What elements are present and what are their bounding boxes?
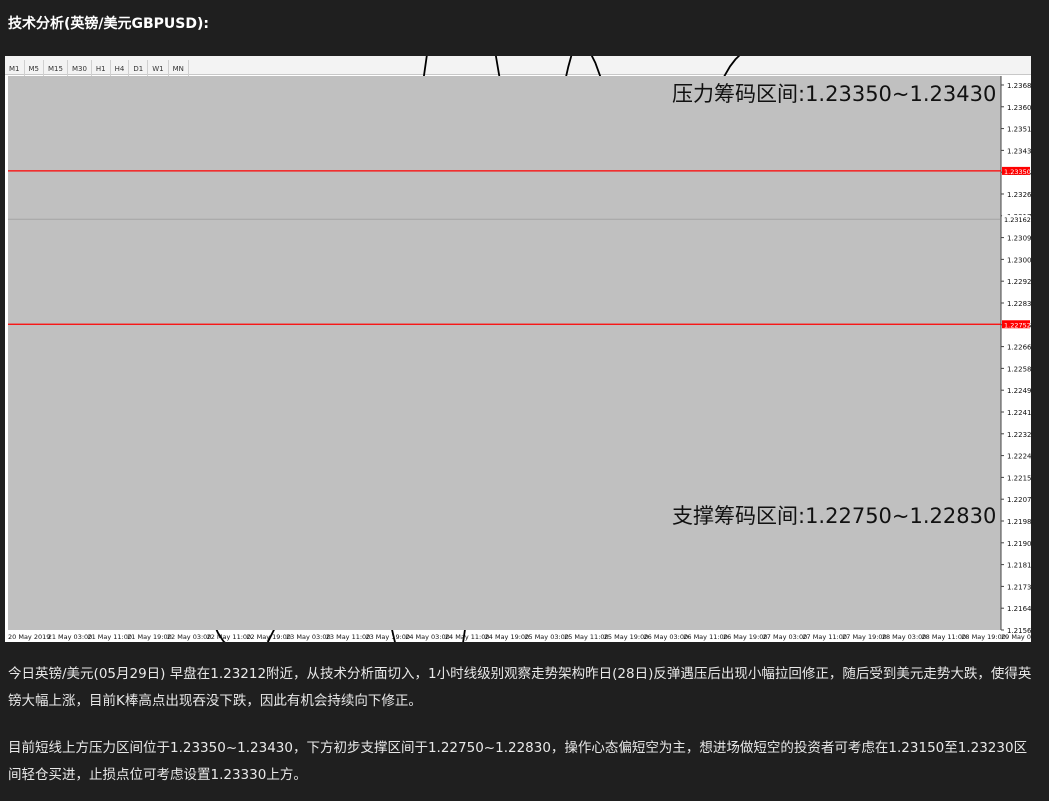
y-tick-label: 1.23005 (1007, 256, 1031, 264)
x-tick-label: 24 May 19:00 (485, 633, 530, 641)
y-tick-label: 1.21985 (1007, 518, 1031, 526)
x-tick-label: 21 May 19:00 (127, 633, 172, 641)
x-tick-label: 27 May 11:00 (802, 633, 847, 641)
x-tick-label: 20 May 2019 (8, 633, 50, 641)
x-tick-label: 23 May 03:00 (286, 633, 331, 641)
y-tick-label: 1.22920 (1007, 278, 1031, 286)
y-tick-label: 1.22070 (1007, 496, 1031, 504)
price-chart: 1.236851.236001.235151.234301.233451.232… (8, 56, 1031, 642)
resistance-annotation: 压力筹码区间:1.23350~1.23430 (672, 82, 996, 106)
y-tick-label: 1.23430 (1007, 147, 1031, 155)
y-tick-label: 1.21900 (1007, 540, 1031, 548)
y-tick-label: 1.22410 (1007, 409, 1031, 417)
x-tick-label: 23 May 11:00 (326, 633, 371, 641)
y-tick-label: 1.23090 (1007, 235, 1031, 243)
x-tick-label: 26 May 19:00 (723, 633, 768, 641)
x-tick-label: 21 May 11:00 (87, 633, 132, 641)
chart-panel: M1M5M15M30H1H4D1W1MN 1.236851.236001.235… (5, 56, 1031, 642)
y-tick-label: 1.23600 (1007, 104, 1031, 112)
level-tag-label: 1.22752 (1004, 321, 1031, 329)
x-tick-label: 25 May 11:00 (564, 633, 609, 641)
analysis-heading: 技术分析(英镑/美元GBPUSD): (8, 16, 210, 32)
price-tag-label: 1.23162 (1004, 216, 1031, 224)
y-tick-label: 1.21730 (1007, 583, 1031, 591)
x-tick-label: 28 May 11:00 (922, 633, 967, 641)
strategy-paragraph: 目前短线上方压力区间位于1.23350~1.23430，下方初步支撑区间于1.2… (8, 740, 1028, 783)
x-tick-label: 22 May 19:00 (246, 633, 291, 641)
x-tick-label: 24 May 11:00 (445, 633, 490, 641)
x-tick-label: 22 May 11:00 (207, 633, 252, 641)
analysis-paragraph: 今日英镑/美元(05月29日) 早盘在1.23212附近，从技术分析面切入，1小… (8, 666, 1032, 709)
support-annotation: 支撑筹码区间:1.22750~1.22830 (672, 504, 996, 528)
y-tick-label: 1.22240 (1007, 453, 1031, 461)
x-tick-label: 27 May 19:00 (842, 633, 887, 641)
y-tick-label: 1.23260 (1007, 191, 1031, 199)
y-tick-label: 1.22325 (1007, 431, 1031, 439)
y-tick-label: 1.21645 (1007, 605, 1031, 613)
x-tick-label: 25 May 19:00 (604, 633, 649, 641)
x-tick-label: 22 May 03:00 (167, 633, 212, 641)
y-tick-label: 1.22580 (1007, 365, 1031, 373)
x-tick-label: 26 May 11:00 (683, 633, 728, 641)
y-tick-label: 1.22495 (1007, 387, 1031, 395)
y-tick-label: 1.22665 (1007, 344, 1031, 352)
plot-area (8, 76, 1001, 630)
x-tick-label: 28 May 03:00 (882, 633, 927, 641)
y-tick-label: 1.23685 (1007, 82, 1031, 90)
y-tick-label: 1.23515 (1007, 126, 1031, 134)
y-tick-label: 1.22155 (1007, 474, 1031, 482)
level-tag-label: 1.23350 (1004, 168, 1031, 176)
x-tick-label: 26 May 03:00 (644, 633, 689, 641)
y-tick-label: 1.22835 (1007, 300, 1031, 308)
x-tick-label: 23 May 19:00 (365, 633, 410, 641)
x-tick-label: 24 May 03:00 (405, 633, 450, 641)
x-tick-label: 27 May 03:00 (763, 633, 808, 641)
x-tick-label: 29 May 03:00 (1001, 633, 1031, 641)
x-tick-label: 21 May 03:00 (48, 633, 93, 641)
x-tick-label: 25 May 03:00 (524, 633, 569, 641)
x-tick-label: 28 May 19:00 (961, 633, 1006, 641)
y-tick-label: 1.21815 (1007, 562, 1031, 570)
